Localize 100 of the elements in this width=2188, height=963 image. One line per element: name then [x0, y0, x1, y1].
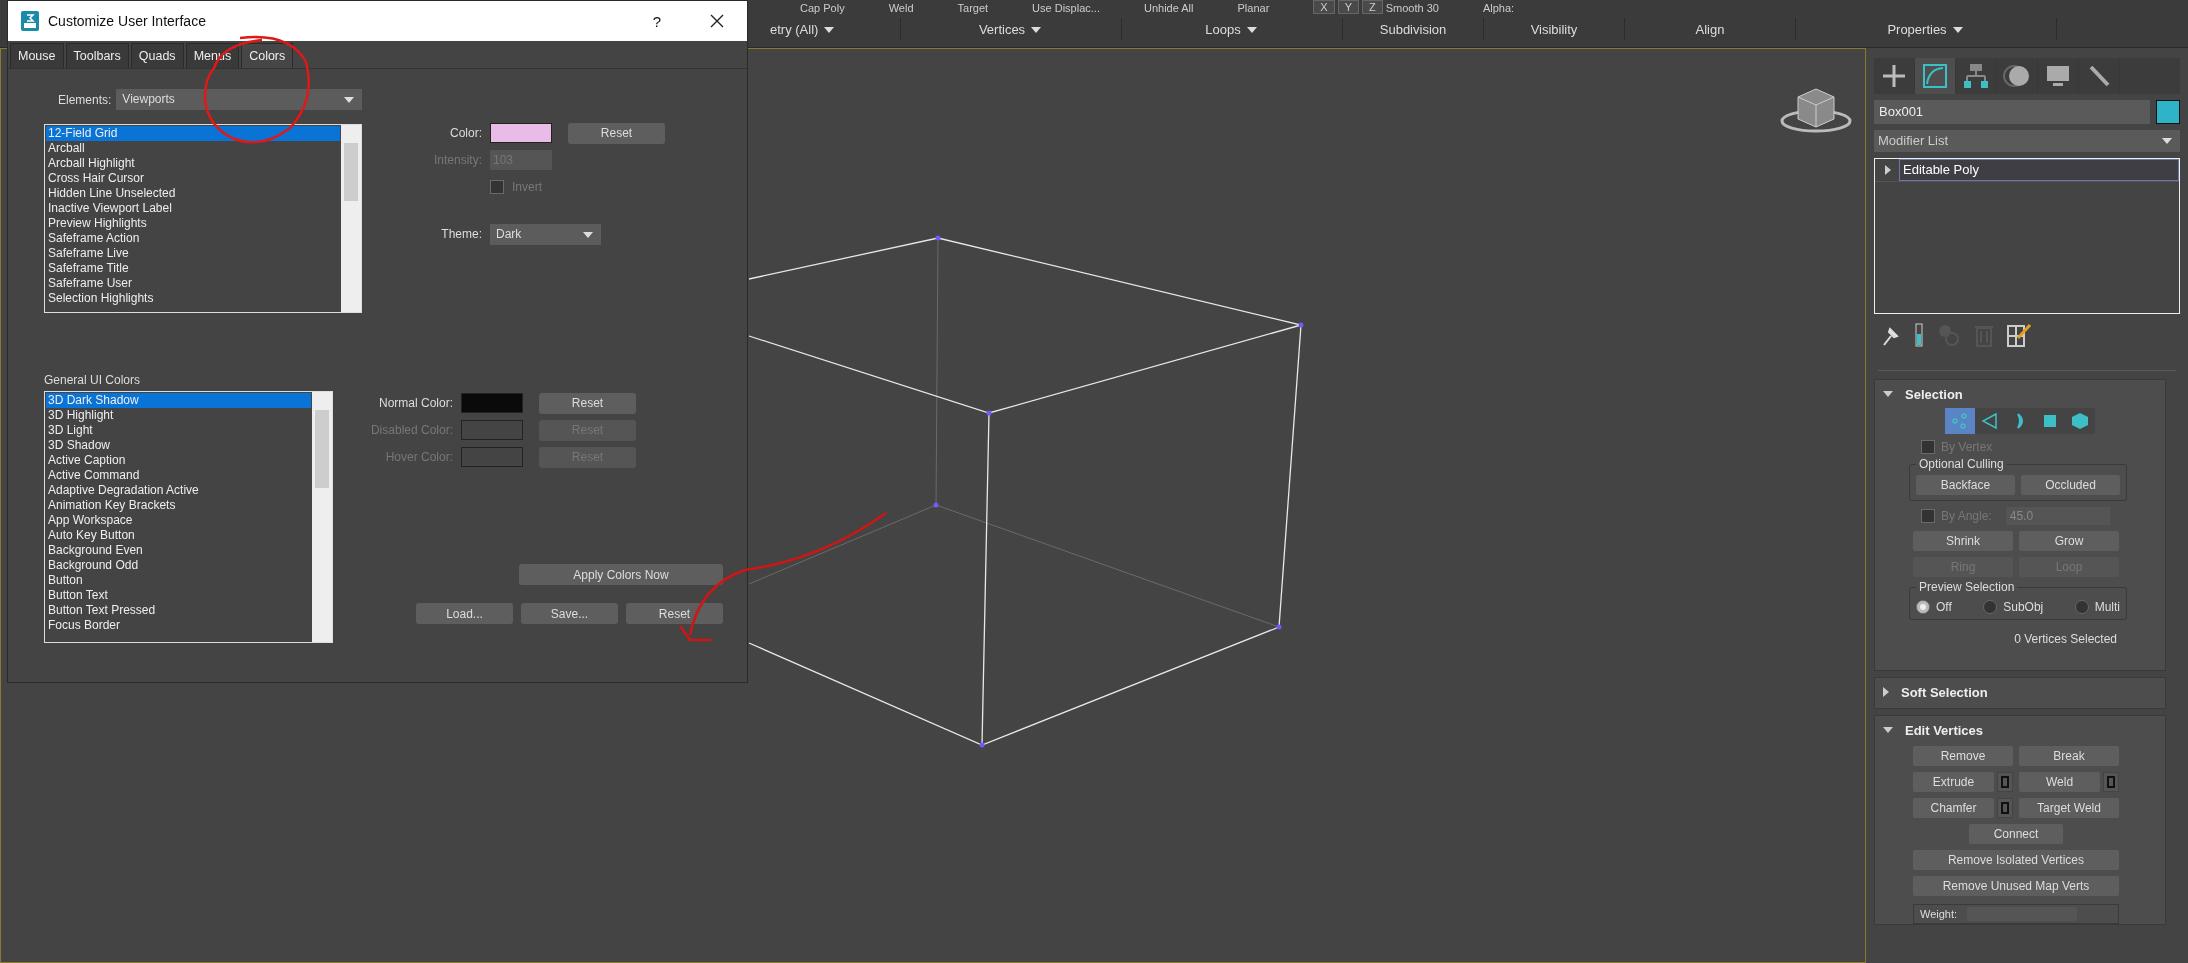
- object-name-field[interactable]: Box001: [1874, 100, 2150, 124]
- settings-icon[interactable]: [1997, 798, 2013, 818]
- ribbon-group-label[interactable]: Loops: [1205, 21, 1259, 37]
- radio-button[interactable]: [1983, 600, 1998, 614]
- tab[interactable]: Toolbars: [65, 43, 129, 68]
- tab[interactable]: Quads: [130, 43, 184, 68]
- close-icon[interactable]: [709, 13, 725, 29]
- ribbon-item[interactable]: Cap Poly: [800, 2, 845, 14]
- list-item[interactable]: 3D Light: [46, 423, 311, 438]
- rollout-title[interactable]: Soft Selection: [1901, 684, 1988, 700]
- tube-icon[interactable]: [1914, 322, 1924, 348]
- vertex-dots[interactable]: [933, 235, 1304, 748]
- list-item[interactable]: Background Odd: [46, 558, 311, 573]
- axis-button[interactable]: Y: [1337, 0, 1359, 14]
- list-item[interactable]: Hidden Line Unselected: [46, 186, 340, 201]
- vertex-button[interactable]: Extrude: [1913, 772, 1994, 792]
- list-item[interactable]: Selection Highlights: [46, 291, 340, 306]
- expand-icon[interactable]: [1885, 165, 1891, 175]
- reset-button[interactable]: Reset: [539, 392, 636, 414]
- list-item[interactable]: Preview Highlights: [46, 216, 340, 231]
- list-item[interactable]: Focus Border: [46, 618, 311, 633]
- list-item[interactable]: Button Text: [46, 588, 311, 603]
- list-item[interactable]: 3D Highlight: [46, 408, 311, 423]
- ribbon-group-label[interactable]: Visibility: [1530, 21, 1578, 37]
- object-color-swatch[interactable]: [2156, 100, 2180, 124]
- list-item[interactable]: Safeframe Title: [46, 261, 340, 276]
- edit-grid-icon[interactable]: [2006, 322, 2032, 348]
- list-item[interactable]: Safeframe Action: [46, 231, 340, 246]
- color-label: Normal Color:: [378, 396, 453, 410]
- apply-button[interactable]: Apply Colors Now: [519, 564, 723, 585]
- list-item[interactable]: Inactive Viewport Label: [46, 201, 340, 216]
- dialog-button[interactable]: Reset: [626, 603, 723, 624]
- list-item[interactable]: Safeframe User: [46, 276, 340, 291]
- list-item[interactable]: App Workspace: [46, 513, 311, 528]
- expand-icon[interactable]: [1883, 727, 1893, 733]
- list-item[interactable]: Active Caption: [46, 453, 311, 468]
- list-item[interactable]: Arcball Highlight: [46, 156, 340, 171]
- axis-button[interactable]: Z: [1362, 0, 1383, 14]
- axis-button[interactable]: X: [1313, 0, 1335, 14]
- list-item[interactable]: Safeframe Live: [46, 246, 340, 261]
- selection-button[interactable]: Shrink: [1913, 531, 2013, 551]
- list-item[interactable]: Button Text Pressed: [46, 603, 311, 618]
- ribbon-group-label[interactable]: Subdivision: [1379, 21, 1447, 37]
- modifier-list-dropdown[interactable]: Modifier List: [1874, 130, 2180, 152]
- elements-dropdown[interactable]: Viewports: [116, 89, 362, 110]
- culling-button[interactable]: Occluded: [2021, 475, 2120, 495]
- color-swatch[interactable]: [461, 393, 523, 413]
- list-item[interactable]: Active Command: [46, 468, 311, 483]
- reset-button[interactable]: Reset: [568, 122, 665, 144]
- list-item[interactable]: Background Even: [46, 543, 311, 558]
- vertex-button[interactable]: Remove: [1913, 746, 2013, 766]
- ribbon-item[interactable]: Unhide All: [1143, 2, 1194, 14]
- ribbon-item[interactable]: Target: [957, 2, 989, 14]
- dialog-button[interactable]: Save...: [521, 603, 618, 624]
- list-item[interactable]: 3D Dark Shadow: [46, 393, 311, 408]
- list-item[interactable]: Animation Key Brackets: [46, 498, 311, 513]
- vertex-button[interactable]: Remove Isolated Vertices: [1913, 850, 2119, 870]
- command-tab[interactable]: [1915, 58, 1956, 94]
- ribbon-item[interactable]: Smooth 30: [1385, 2, 1439, 14]
- ribbon-item[interactable]: Use Displac...: [1032, 2, 1100, 14]
- viewcube-icon[interactable]: [1780, 88, 1852, 133]
- expand-icon[interactable]: [1883, 391, 1893, 397]
- ribbon-group-label[interactable]: Properties: [1887, 21, 1965, 37]
- radio-button[interactable]: [2074, 600, 2089, 614]
- list-item[interactable]: 12-Field Grid: [46, 126, 340, 141]
- vertex-button[interactable]: Break: [2019, 746, 2119, 766]
- help-button[interactable]: ?: [652, 12, 661, 30]
- ribbon-group-label[interactable]: Align: [1695, 21, 1725, 37]
- ribbon-group-label[interactable]: etry (All): [770, 21, 837, 37]
- list-item[interactable]: Auto Key Button: [46, 528, 311, 543]
- color-swatch[interactable]: [490, 123, 552, 143]
- vertex-button[interactable]: Connect: [1969, 824, 2063, 844]
- scrollbar[interactable]: [312, 392, 332, 642]
- list-item[interactable]: 3D Shadow: [46, 438, 311, 453]
- settings-icon[interactable]: [2103, 772, 2119, 792]
- scrollbar[interactable]: [341, 125, 361, 312]
- expand-icon[interactable]: [1883, 687, 1889, 697]
- culling-button[interactable]: Backface: [1916, 475, 2015, 495]
- settings-icon[interactable]: [1997, 772, 2013, 792]
- tab[interactable]: Colors: [241, 43, 294, 68]
- ribbon-item[interactable]: Weld: [888, 2, 914, 14]
- list-item[interactable]: Arcball: [46, 141, 340, 156]
- rollout-title[interactable]: Selection: [1905, 386, 1963, 402]
- list-item[interactable]: Cross Hair Cursor: [46, 171, 340, 186]
- list-item[interactable]: Button: [46, 573, 311, 588]
- radio-button[interactable]: [1916, 600, 1930, 614]
- vertex-button[interactable]: Remove Unused Map Verts: [1913, 876, 2119, 896]
- vertex-button[interactable]: Chamfer: [1913, 798, 1994, 818]
- selection-button[interactable]: Grow: [2019, 531, 2119, 551]
- ribbon-group-label[interactable]: Vertices: [978, 21, 1044, 37]
- dialog-button[interactable]: Load...: [416, 603, 513, 624]
- ribbon-item[interactable]: Planar: [1237, 2, 1270, 14]
- ribbon-item[interactable]: Alpha:: [1482, 2, 1515, 14]
- theme-dropdown[interactable]: Dark: [490, 223, 601, 245]
- list-item[interactable]: Adaptive Degradation Active: [46, 483, 311, 498]
- vertex-button[interactable]: Target Weld: [2019, 798, 2119, 818]
- tab[interactable]: Mouse: [10, 43, 64, 68]
- rollout-title[interactable]: Edit Vertices: [1905, 722, 1984, 738]
- vertex-button[interactable]: Weld: [2019, 772, 2100, 792]
- stack-item[interactable]: Editable Poly: [1899, 159, 2179, 181]
